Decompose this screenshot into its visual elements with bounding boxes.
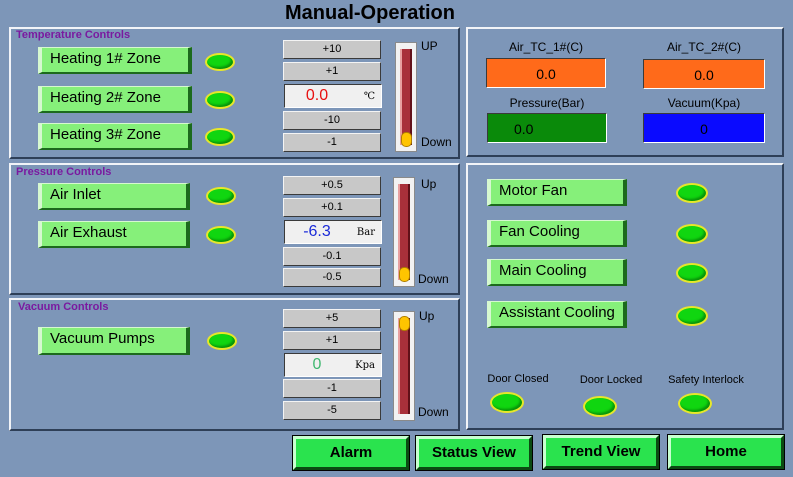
pressure-slider-thumb[interactable] <box>399 267 410 282</box>
main-cooling-button[interactable]: Main Cooling <box>487 259 627 286</box>
door-locked-led <box>583 396 617 417</box>
vacuum-plus-1-button[interactable]: +1 <box>283 331 381 350</box>
pressure-panel-title: Pressure Controls <box>16 166 112 178</box>
pressure-setpoint-value: -6.3 <box>303 223 331 240</box>
vacuum-unit: Kpa <box>355 360 375 371</box>
air-inlet-button[interactable]: Air Inlet <box>38 183 190 210</box>
vacuum-reading-meter: 0 <box>643 113 765 143</box>
vacuum-setpoint-readout[interactable]: 0 Kpa <box>284 353 382 377</box>
fan-cooling-button[interactable]: Fan Cooling <box>487 220 627 247</box>
vacuum-reading-label: Vacuum(Kpa) <box>667 96 741 110</box>
door-locked-label: Door Locked <box>579 374 643 386</box>
heating-zone-1-button[interactable]: Heating 1# Zone <box>38 47 192 74</box>
temp-slider-up-label: UP <box>421 39 438 53</box>
vacuum-pumps-button[interactable]: Vacuum Pumps <box>38 327 190 355</box>
pressure-slider[interactable] <box>393 177 415 287</box>
pressure-plus-0-5-button[interactable]: +0.5 <box>283 176 381 195</box>
pressure-plus-0-1-button[interactable]: +0.1 <box>283 198 381 217</box>
trend-view-button[interactable]: Trend View <box>542 434 660 470</box>
vacuum-minus-5-button[interactable]: -5 <box>283 401 381 420</box>
safety-interlock-led <box>678 393 712 414</box>
temp-slider-track <box>400 49 412 145</box>
assistant-cooling-button[interactable]: Assistant Cooling <box>487 301 627 328</box>
alarm-button[interactable]: Alarm <box>292 435 410 471</box>
air-exhaust-led <box>206 226 236 244</box>
air-tc2-meter: 0.0 <box>643 59 765 89</box>
heating-zone-1-led <box>205 53 235 71</box>
vacuum-pumps-led <box>207 332 237 350</box>
temp-minus-1-button[interactable]: -1 <box>283 133 381 152</box>
vacuum-setpoint-value: 0 <box>312 356 322 373</box>
heating-zone-3-button[interactable]: Heating 3# Zone <box>38 123 192 150</box>
air-tc1-meter: 0.0 <box>486 58 606 88</box>
vacuum-panel-title: Vacuum Controls <box>18 301 109 313</box>
vacuum-slider-up-label: Up <box>419 309 435 323</box>
pressure-minus-0-5-button[interactable]: -0.5 <box>283 268 381 287</box>
temperature-panel-title: Temperature Controls <box>16 29 131 41</box>
vacuum-minus-1-button[interactable]: -1 <box>283 379 381 398</box>
motor-fan-button[interactable]: Motor Fan <box>487 179 627 206</box>
door-closed-label: Door Closed <box>487 373 549 385</box>
assistant-cooling-led <box>676 306 708 326</box>
air-tc1-label: Air_TC_1#(C) <box>508 40 583 54</box>
heating-zone-2-button[interactable]: Heating 2# Zone <box>38 86 192 113</box>
temp-slider-thumb[interactable] <box>401 132 412 147</box>
pressure-slider-down-label: Down <box>418 272 449 286</box>
main-cooling-led <box>676 263 708 283</box>
vacuum-slider[interactable] <box>393 311 415 421</box>
temp-setpoint-value: 0.0 <box>305 87 329 104</box>
temp-slider-down-label: Down <box>421 135 452 149</box>
vacuum-slider-thumb[interactable] <box>399 316 410 331</box>
temp-unit: ℃ <box>363 91 375 102</box>
pressure-slider-track <box>398 184 410 280</box>
air-exhaust-button[interactable]: Air Exhaust <box>38 221 190 248</box>
temp-slider[interactable] <box>395 42 417 152</box>
temp-minus-10-button[interactable]: -10 <box>283 111 381 130</box>
pressure-reading-label: Pressure(Bar) <box>509 96 585 110</box>
pressure-minus-0-1-button[interactable]: -0.1 <box>283 247 381 266</box>
vacuum-slider-track <box>398 318 410 414</box>
motor-fan-led <box>676 183 708 203</box>
pressure-slider-up-label: Up <box>421 177 437 191</box>
home-button[interactable]: Home <box>667 434 785 470</box>
heating-zone-2-led <box>205 91 235 109</box>
heating-zone-3-led <box>205 128 235 146</box>
safety-interlock-label: Safety Interlock <box>668 374 744 386</box>
status-view-button[interactable]: Status View <box>415 435 533 471</box>
temp-plus-10-button[interactable]: +10 <box>283 40 381 59</box>
fan-cooling-led <box>676 224 708 244</box>
air-inlet-led <box>206 187 236 205</box>
page-title: Manual-Operation <box>284 2 455 24</box>
door-closed-led <box>490 392 524 413</box>
vacuum-plus-5-button[interactable]: +5 <box>283 309 381 328</box>
pressure-reading-meter: 0.0 <box>487 113 607 143</box>
temp-setpoint-readout[interactable]: 0.0 ℃ <box>284 84 382 108</box>
vacuum-slider-down-label: Down <box>418 405 449 419</box>
temp-plus-1-button[interactable]: +1 <box>283 62 381 81</box>
pressure-unit: Bar <box>356 227 375 238</box>
pressure-setpoint-readout[interactable]: -6.3 Bar <box>284 220 382 244</box>
air-tc2-label: Air_TC_2#(C) <box>666 40 741 54</box>
